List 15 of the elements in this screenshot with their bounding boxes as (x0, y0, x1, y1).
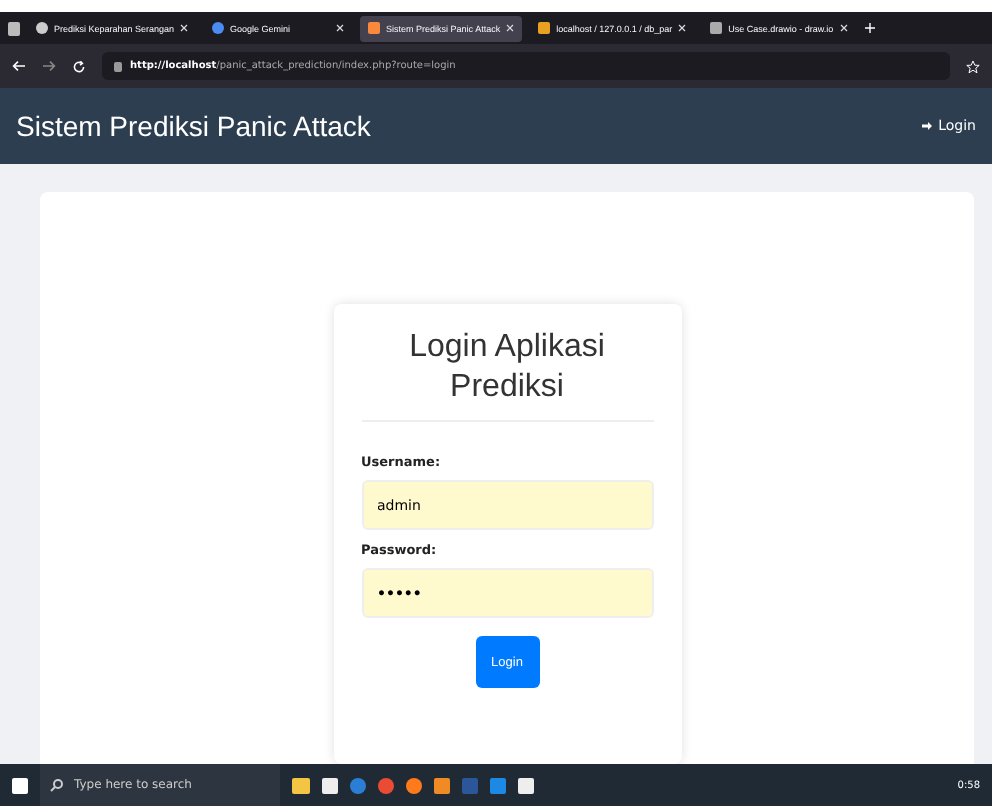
site-brand[interactable]: Sistem Prediksi Panic Attack (16, 110, 371, 142)
close-icon[interactable] (180, 24, 189, 32)
sign-in-icon (922, 120, 935, 132)
page-icon (114, 61, 122, 71)
search-icon (50, 778, 64, 792)
close-icon[interactable] (336, 24, 345, 32)
close-icon[interactable] (678, 24, 687, 32)
star-icon[interactable] (966, 59, 980, 73)
plus-icon[interactable] (863, 22, 876, 34)
back-icon[interactable] (12, 60, 26, 72)
close-icon[interactable] (506, 24, 515, 32)
reload-icon[interactable] (72, 59, 86, 73)
card-title: Login Aplikasi Prediksi (361, 328, 653, 422)
forward-icon[interactable] (42, 60, 56, 72)
close-icon[interactable] (839, 24, 848, 32)
